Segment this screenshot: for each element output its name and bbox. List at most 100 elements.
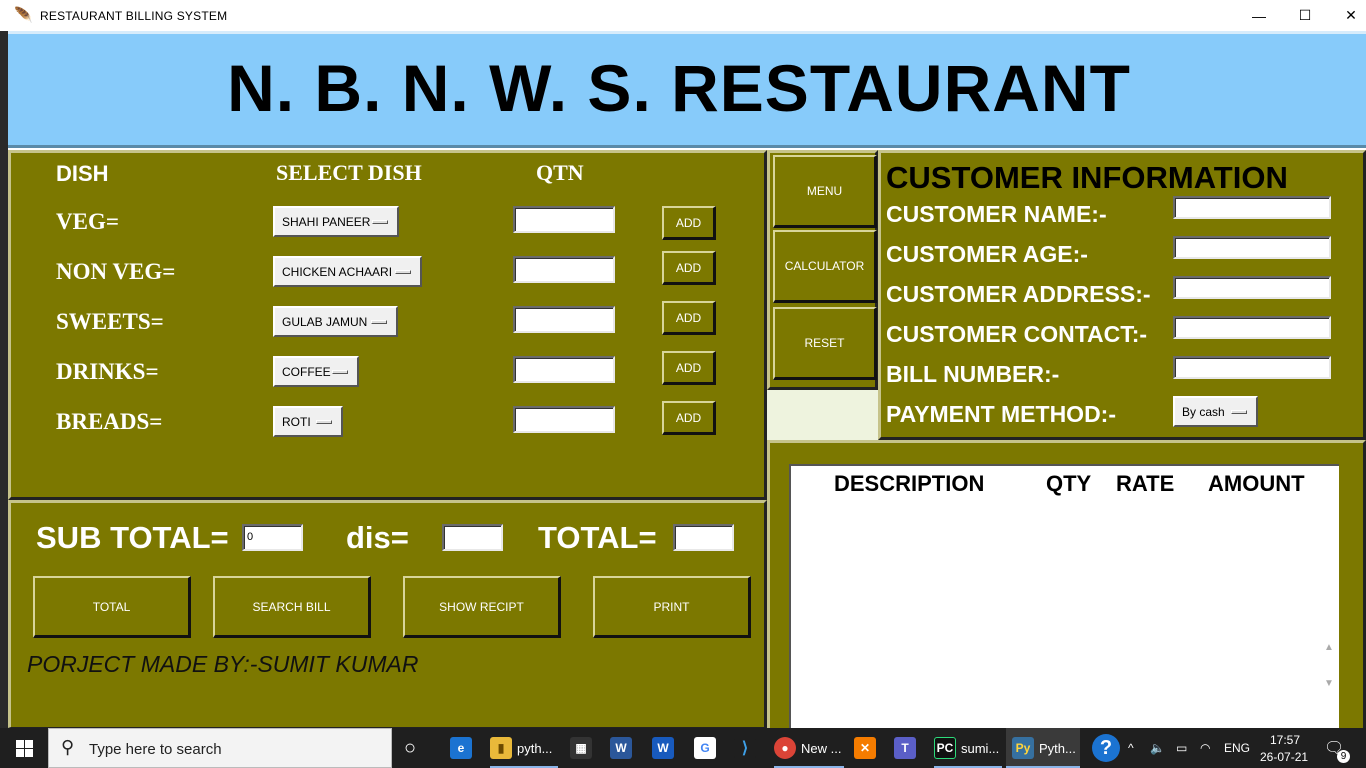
scroll-up-icon[interactable]: ▲ [1324, 642, 1334, 653]
breads-qty-input[interactable] [513, 406, 615, 433]
nonveg-dish-select[interactable]: CHICKEN ACHAARI [273, 256, 422, 287]
vscode-icon[interactable]: ⟩ [734, 728, 761, 768]
bill-scrollbar[interactable]: ▲ ▼ [1320, 640, 1337, 692]
restaurant-title: N. B. N. W. S. RESTAURANT [227, 51, 1131, 125]
menu-button[interactable]: MENU [773, 155, 877, 228]
payment-selected-value: By cash [1182, 404, 1225, 419]
python-icon: Py [1012, 737, 1034, 759]
close-button[interactable]: ✕ [1328, 0, 1366, 31]
drinks-label: DRINKS= [56, 359, 159, 384]
sweets-add-button[interactable]: ADD [662, 301, 716, 335]
sweets-dish-select[interactable]: GULAB JAMUN [273, 306, 398, 337]
edge-icon[interactable]: e [450, 728, 477, 768]
taskbar-app-pycharm[interactable]: PC sumi... [934, 728, 1002, 768]
drinks-add-button[interactable]: ADD [662, 351, 716, 385]
veg-label: VEG= [56, 209, 119, 234]
customer-info-heading: CUSTOMER INFORMATION [886, 160, 1288, 195]
language-indicator[interactable]: ENG [1224, 728, 1250, 768]
start-button[interactable] [0, 728, 48, 768]
drinks-qty-input[interactable] [513, 356, 615, 383]
wifi-icon[interactable]: ◠ [1200, 728, 1210, 768]
search-icon: ⚲ [61, 737, 75, 757]
pycharm-icon: PC [934, 737, 956, 759]
taskbar: ⚲ Type here to search ○ e ▮ pyth... ▦ W W… [0, 728, 1366, 768]
window-title: RESTAURANT BILLING SYSTEM [40, 9, 228, 23]
payment-method-select[interactable]: By cash [1173, 396, 1258, 427]
word-icon[interactable]: W [652, 728, 679, 768]
wordpad-icon[interactable]: W [610, 728, 637, 768]
nonveg-qty-input[interactable] [513, 256, 615, 283]
chevron-up-icon[interactable]: ^ [1128, 728, 1134, 768]
customer-contact-input[interactable] [1173, 316, 1331, 339]
discount-label: dis= [346, 520, 409, 555]
total-button[interactable]: TOTAL [33, 576, 191, 638]
clock-date[interactable]: 26-07-21 [1260, 750, 1308, 764]
col-qtn-heading: QTN [536, 160, 584, 185]
customer-age-input[interactable] [1173, 236, 1331, 259]
customer-name-label: CUSTOMER NAME:- [886, 201, 1107, 227]
nonveg-selected-value: CHICKEN ACHAARI [282, 264, 393, 279]
bill-number-input[interactable] [1173, 356, 1331, 379]
breads-label: BREADS= [56, 409, 163, 434]
dropdown-indicator-icon [316, 420, 332, 424]
bill-col-description: DESCRIPTION [834, 471, 985, 496]
print-button[interactable]: PRINT [593, 576, 751, 638]
subtotal-input[interactable]: 0 [242, 524, 303, 551]
veg-selected-value: SHAHI PANEER [282, 214, 371, 229]
veg-dish-select[interactable]: SHAHI PANEER [273, 206, 399, 237]
breads-add-button[interactable]: ADD [662, 401, 716, 435]
xampp-icon[interactable]: ✕ [854, 728, 881, 768]
store-icon[interactable]: ▦ [570, 728, 597, 768]
side-spacer [767, 390, 878, 440]
bill-text-area[interactable] [789, 464, 1339, 728]
window-left-border [0, 31, 8, 728]
dropdown-indicator-icon [371, 320, 387, 324]
teams-icon[interactable]: T [894, 728, 921, 768]
drinks-dish-select[interactable]: COFFEE [273, 356, 359, 387]
taskbar-app-python[interactable]: Py Pyth... [1006, 728, 1080, 768]
volume-icon[interactable]: 🔈 [1150, 728, 1165, 768]
col-dish-heading: DISH [56, 161, 109, 186]
drinks-selected-value: COFFEE [282, 364, 331, 379]
customer-contact-label: CUSTOMER CONTACT:- [886, 321, 1148, 347]
customer-address-label: CUSTOMER ADDRESS:- [886, 281, 1151, 307]
sweets-selected-value: GULAB JAMUN [282, 314, 368, 329]
total-label: TOTAL= [538, 520, 657, 555]
taskbar-search[interactable]: ⚲ Type here to search [48, 728, 392, 768]
sweets-qty-input[interactable] [513, 306, 615, 333]
dropdown-indicator-icon [395, 270, 411, 274]
google-icon[interactable]: G [694, 728, 721, 768]
dropdown-indicator-icon [332, 370, 348, 374]
header-banner: N. B. N. W. S. RESTAURANT [8, 31, 1366, 148]
customer-age-label: CUSTOMER AGE:- [886, 241, 1088, 267]
breads-dish-select[interactable]: ROTI [273, 406, 343, 437]
bill-col-rate: RATE [1116, 471, 1175, 496]
minimize-button[interactable]: — [1236, 0, 1282, 31]
taskbar-app-chrome[interactable]: ● New ... [774, 728, 844, 768]
chrome-icon: ● [774, 737, 796, 759]
clock-time[interactable]: 17:57 [1270, 733, 1300, 747]
breads-selected-value: ROTI [282, 414, 311, 429]
veg-add-button[interactable]: ADD [662, 206, 716, 240]
maximize-button[interactable]: ☐ [1282, 0, 1328, 31]
notification-count-badge: 9 [1337, 750, 1350, 763]
nonveg-add-button[interactable]: ADD [662, 251, 716, 285]
veg-qty-input[interactable] [513, 206, 615, 233]
show-recipt-button[interactable]: SHOW RECIPT [403, 576, 561, 638]
taskbar-app-explorer[interactable]: ▮ pyth... [490, 728, 558, 768]
discount-input[interactable] [442, 524, 503, 551]
search-bill-button[interactable]: SEARCH BILL [213, 576, 371, 638]
windows-icon [15, 739, 33, 757]
cortana-icon[interactable]: ○ [404, 728, 428, 768]
dropdown-indicator-icon [1231, 410, 1247, 414]
scroll-down-icon[interactable]: ▼ [1324, 678, 1334, 689]
subtotal-label: SUB TOTAL= [36, 520, 229, 555]
calculator-button[interactable]: CALCULATOR [773, 230, 877, 303]
col-select-dish-heading: SELECT DISH [276, 160, 422, 185]
total-input[interactable] [673, 524, 734, 551]
customer-name-input[interactable] [1173, 196, 1331, 219]
battery-icon[interactable]: ▭ [1176, 728, 1187, 768]
customer-address-input[interactable] [1173, 276, 1331, 299]
help-icon[interactable]: ? [1092, 728, 1125, 768]
reset-button[interactable]: RESET [773, 307, 877, 380]
